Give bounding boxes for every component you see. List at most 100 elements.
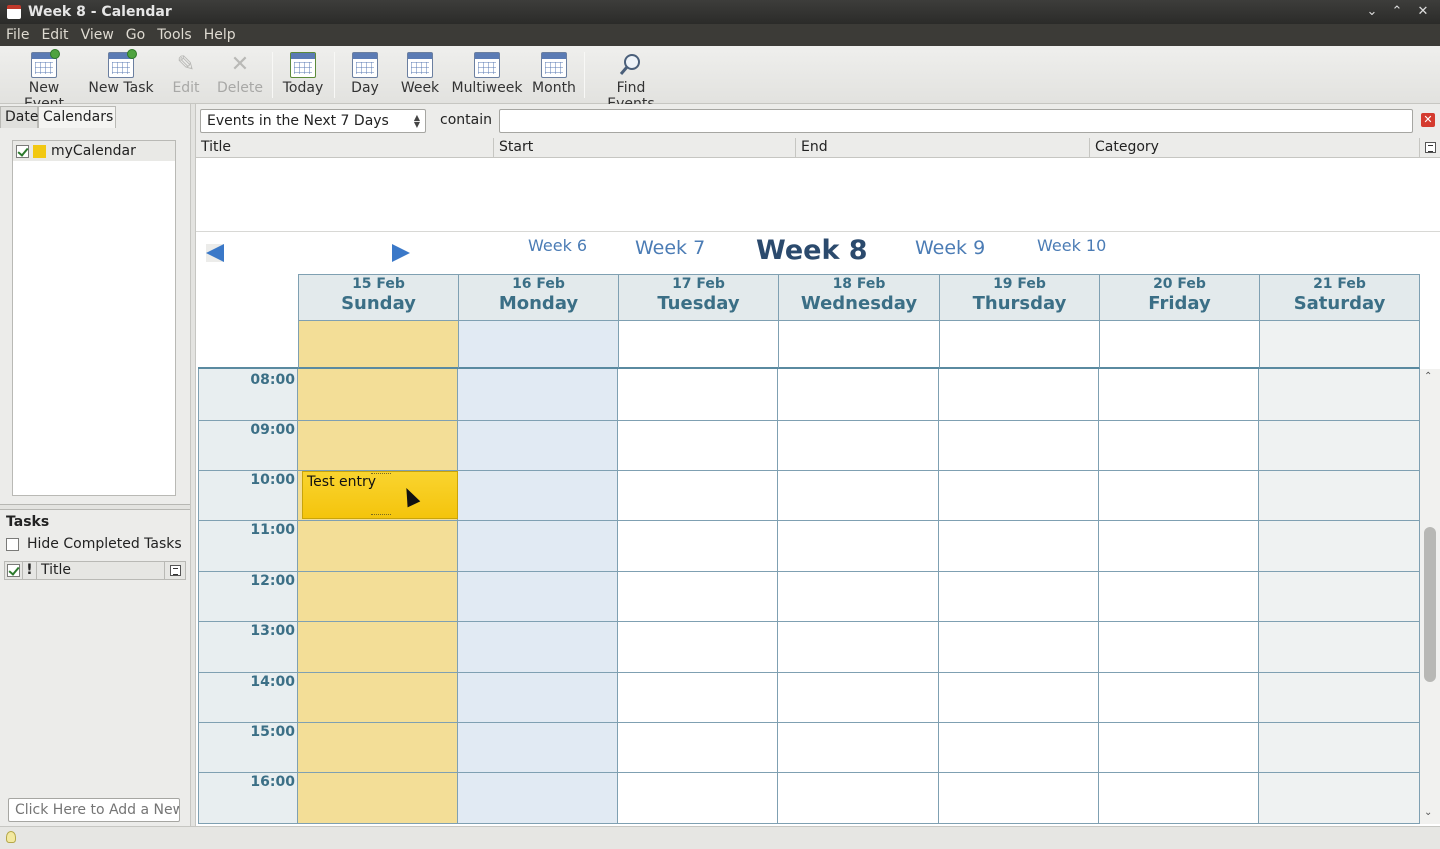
week-navigator: Week 6 Week 7 Week 8 Week 9 Week 10 — [196, 232, 1440, 274]
day-column-monday[interactable] — [458, 369, 618, 824]
task-title-column[interactable]: Title — [37, 562, 165, 579]
new-task-button[interactable]: New Task — [86, 49, 156, 100]
calendar-name: myCalendar — [51, 143, 136, 159]
new-event-button[interactable]: New Event — [8, 49, 80, 112]
hide-completed-row[interactable]: Hide Completed Tasks — [6, 536, 182, 552]
delete-x-icon: ✕ — [230, 52, 250, 77]
day-name: Sunday — [341, 293, 416, 314]
day-column-friday[interactable] — [1099, 369, 1259, 824]
month-view-button[interactable]: Month — [530, 52, 578, 100]
event-resize-grip-top[interactable] — [371, 473, 391, 476]
day-header-wednesday[interactable]: 18 Feb Wednesday — [778, 274, 939, 321]
allday-cell-thursday[interactable] — [939, 321, 1099, 369]
day-header-tuesday[interactable]: 17 Feb Tuesday — [618, 274, 778, 321]
week-link-10[interactable]: Week 10 — [1037, 236, 1106, 255]
lightbulb-icon — [6, 831, 16, 843]
allday-cell-tuesday[interactable] — [618, 321, 778, 369]
clear-search-icon[interactable]: ✕ — [1421, 113, 1435, 127]
day-header-monday[interactable]: 16 Feb Monday — [458, 274, 618, 321]
calendar-app-icon — [7, 5, 21, 19]
new-task-input[interactable] — [8, 798, 180, 822]
column-end[interactable]: End — [796, 138, 1090, 157]
maximize-button[interactable]: ⌃ — [1387, 2, 1407, 22]
task-priority-column[interactable]: ! — [23, 562, 37, 579]
multiweek-view-button[interactable]: Multiweek — [450, 52, 524, 100]
scrollbar-thumb[interactable] — [1424, 527, 1436, 682]
delete-label: Delete — [217, 80, 263, 96]
day-name: Friday — [1148, 293, 1211, 314]
week-view-button[interactable]: Week — [398, 52, 442, 100]
menu-bar: File Edit View Go Tools Help — [0, 24, 1440, 46]
day-header-thursday[interactable]: 19 Feb Thursday — [939, 274, 1099, 321]
day-column-sunday[interactable] — [298, 369, 458, 824]
task-list — [4, 580, 186, 790]
day-date: 17 Feb — [672, 276, 725, 292]
find-events-button[interactable]: Find Events — [592, 52, 670, 112]
calendar-item[interactable]: myCalendar — [13, 141, 175, 161]
tab-date[interactable]: Date — [0, 106, 38, 128]
column-title[interactable]: Title — [196, 138, 494, 157]
hour-label: 16:00 — [250, 774, 295, 790]
day-name: Monday — [498, 293, 579, 314]
next-week-arrow-icon[interactable] — [392, 244, 410, 262]
delete-button[interactable]: ✕ Delete — [214, 52, 266, 100]
calendar-event[interactable]: Test entry — [302, 471, 458, 519]
hide-completed-checkbox[interactable] — [6, 537, 19, 551]
edit-label: Edit — [172, 80, 200, 96]
allday-cell-friday[interactable] — [1099, 321, 1259, 369]
event-range-select[interactable]: Events in the Next 7 Days ▲ ▼ — [200, 109, 426, 133]
menu-edit[interactable]: Edit — [35, 27, 74, 43]
column-category[interactable]: Category — [1090, 138, 1420, 157]
calendar-visibility-checkbox[interactable] — [16, 144, 29, 158]
allday-cell-saturday[interactable] — [1259, 321, 1420, 369]
close-window-button[interactable]: ✕ — [1413, 2, 1433, 22]
day-header-saturday[interactable]: 21 Feb Saturday — [1259, 274, 1420, 321]
day-header-sunday[interactable]: 15 Feb Sunday — [298, 274, 458, 321]
menu-file[interactable]: File — [0, 27, 35, 43]
day-column-thursday[interactable] — [939, 369, 1099, 824]
event-column-picker[interactable] — [1420, 138, 1440, 157]
menu-tools[interactable]: Tools — [151, 27, 198, 43]
scroll-up-icon[interactable]: ⌃ — [1424, 371, 1432, 382]
task-column-picker[interactable] — [165, 562, 185, 579]
day-name: Wednesday — [800, 293, 918, 314]
week-link-6[interactable]: Week 6 — [528, 236, 587, 255]
week-link-9[interactable]: Week 9 — [915, 237, 985, 259]
day-column-wednesday[interactable] — [778, 369, 939, 824]
scroll-down-icon[interactable]: ⌄ — [1424, 807, 1432, 818]
event-resize-grip-bottom[interactable] — [371, 514, 391, 517]
minimize-button[interactable]: ⌄ — [1362, 2, 1382, 22]
status-bar — [0, 826, 1440, 849]
current-week-label: Week 8 — [756, 235, 868, 266]
menu-view[interactable]: View — [75, 27, 120, 43]
time-grid-scrollbar[interactable]: ⌃ ⌄ — [1420, 369, 1440, 824]
allday-cell-monday[interactable] — [458, 321, 618, 369]
today-button[interactable]: Today — [280, 52, 326, 100]
menu-go[interactable]: Go — [120, 27, 151, 43]
allday-cell-wednesday[interactable] — [778, 321, 939, 369]
calendar-list: myCalendar — [12, 140, 176, 496]
sidebar-tabs: Date Calendars — [0, 104, 190, 128]
day-column-tuesday[interactable] — [618, 369, 778, 824]
hour-line — [198, 672, 1420, 673]
main-toolbar: New Event New Task ✎ Edit ✕ Delete Today… — [0, 46, 1440, 112]
sidebar-splitter[interactable] — [0, 504, 190, 510]
event-search-input[interactable] — [499, 109, 1413, 133]
previous-week-arrow-icon[interactable] — [206, 244, 224, 262]
hour-line — [198, 571, 1420, 572]
task-completed-column[interactable] — [5, 562, 23, 579]
edit-button[interactable]: ✎ Edit — [164, 52, 208, 100]
hour-line — [198, 621, 1420, 622]
day-view-button[interactable]: Day — [344, 52, 386, 100]
week-link-7[interactable]: Week 7 — [635, 237, 705, 259]
task-list-header: ! Title — [4, 561, 186, 580]
hour-label: 12:00 — [250, 573, 295, 589]
hour-line — [198, 722, 1420, 723]
allday-cell-sunday[interactable] — [298, 321, 458, 369]
calendar-color-swatch — [33, 144, 46, 158]
day-column-saturday[interactable] — [1259, 369, 1420, 824]
menu-help[interactable]: Help — [198, 27, 242, 43]
column-start[interactable]: Start — [494, 138, 796, 157]
tab-calendars[interactable]: Calendars — [38, 106, 116, 128]
day-header-friday[interactable]: 20 Feb Friday — [1099, 274, 1259, 321]
